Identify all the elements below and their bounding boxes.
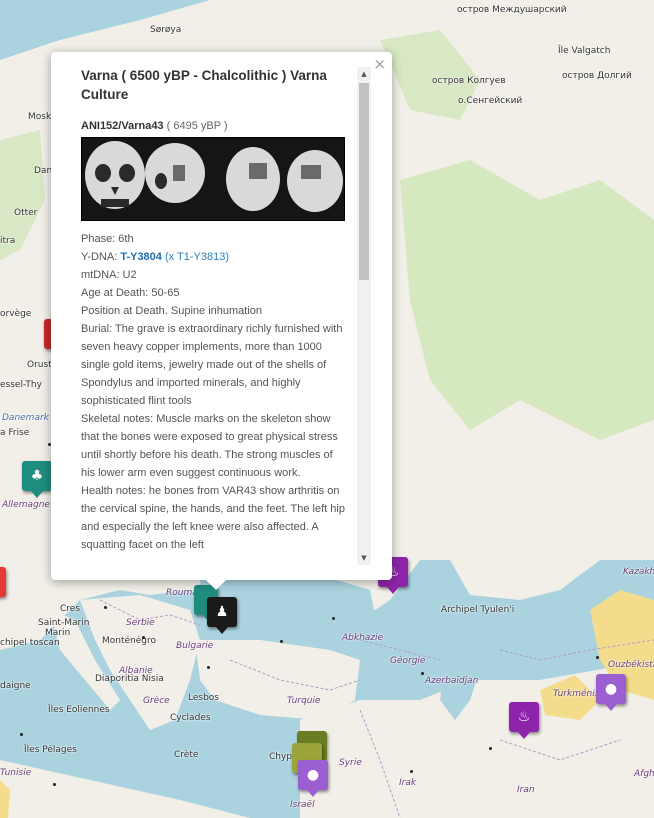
mtdna-text: mtDNA: U2	[81, 269, 137, 281]
place-label: остров Долгий	[562, 71, 632, 81]
place-label: Serbie	[126, 618, 155, 628]
place-label: Turkménis	[553, 689, 600, 699]
ydna-label: Y-DNA:	[81, 251, 121, 263]
place-label: Kazakh	[623, 567, 654, 577]
place-label: Lesbos	[188, 693, 219, 703]
fire-marker-iran[interactable]: ♨	[509, 702, 539, 739]
place-label: essel-Thy	[0, 380, 42, 390]
ydna-alt-link[interactable]: (x T1-Y3813)	[165, 251, 229, 263]
city-dot	[207, 666, 210, 669]
sample-header: ANI152/Varna43 ( 6495 yBP )	[81, 119, 345, 133]
city-dot	[53, 783, 56, 786]
place-label: остров Колгуев	[432, 76, 506, 86]
place-label: Crète	[174, 750, 199, 760]
place-label: Ouzbékista	[608, 660, 654, 670]
skull-photo-image	[81, 137, 345, 221]
place-label: Bulgarie	[176, 641, 214, 651]
popup-scrollbar[interactable]: ▲ ▼	[357, 67, 371, 565]
circle-icon: ●	[306, 767, 320, 783]
place-label: Azerbaïdjan	[425, 676, 479, 686]
phase-text: Phase: 6th	[81, 233, 134, 245]
scrollbar-thumb[interactable]	[359, 83, 369, 280]
skull-photo	[81, 137, 345, 221]
place-label: Tunisie	[0, 768, 32, 778]
scroll-up-icon[interactable]: ▲	[357, 67, 371, 81]
red-marker-edge[interactable]	[0, 567, 6, 604]
place-label: orvège	[0, 309, 32, 319]
place-label: a Frise	[0, 428, 30, 438]
health-notes-text: Health notes: he bones from VAR43 show a…	[81, 485, 345, 551]
close-icon[interactable]: ×	[373, 55, 386, 73]
place-label: Monténégro	[102, 636, 157, 646]
place-label: остров Междушарский	[457, 5, 567, 15]
place-label: о.Сенгейский	[458, 96, 523, 106]
place-label: Iran	[517, 785, 535, 795]
black-marker-varna[interactable]: ♟	[207, 597, 237, 634]
place-label: Dan	[34, 166, 53, 176]
place-label: Orust	[27, 360, 52, 370]
place-label: Diaporitia Nisia	[95, 674, 164, 684]
place-label: Allemagne	[2, 500, 50, 510]
city-dot	[280, 640, 283, 643]
place-label: Mosk	[28, 112, 52, 122]
place-label: Île Valgatch	[558, 46, 611, 56]
sample-popup: × Varna ( 6500 yBP - Chalcolithic ) Varn…	[51, 52, 392, 590]
burial-text: Burial: The grave is extraordinary richl…	[81, 323, 343, 407]
place-label: Cyclades	[170, 713, 211, 723]
fire-icon: ♨	[517, 709, 531, 725]
place-label: Sørøya	[150, 25, 182, 35]
circle-marker-levant[interactable]: ●	[298, 760, 328, 797]
burial-icon: ♟	[215, 604, 229, 620]
place-label: Irak	[399, 778, 417, 788]
age-at-death-text: Age at Death: 50-65	[81, 287, 180, 299]
place-label: Îles Pélages	[24, 745, 77, 755]
place-label: Turquie	[287, 696, 321, 706]
ydna-haplogroup-link[interactable]: T-Y3804	[120, 251, 162, 263]
place-label: Otter	[14, 208, 38, 218]
place-label: Chyp	[269, 752, 293, 762]
place-label: Archipel Tyulen'i	[441, 605, 515, 615]
sample-id: ANI152/Varna43	[81, 120, 164, 132]
place-label: Afgh	[634, 769, 654, 779]
sample-age: ( 6495 yBP )	[166, 120, 228, 132]
place-label: Grèce	[143, 696, 170, 706]
city-dot	[20, 733, 23, 736]
city-dot	[104, 606, 107, 609]
city-dot	[421, 672, 424, 675]
circle-marker-turkmen[interactable]: ●	[596, 674, 626, 711]
city-dot	[489, 747, 492, 750]
place-label: Danemark	[2, 413, 49, 423]
place-label: itra	[0, 236, 16, 246]
place-label: Saint-Marin	[38, 618, 90, 628]
popup-content[interactable]: Varna ( 6500 yBP - Chalcolithic ) Varna …	[81, 66, 345, 566]
skeletal-notes-text: Skeletal notes: Muscle marks on the skel…	[81, 413, 338, 479]
place-label: Rouma	[166, 588, 198, 598]
city-dot	[410, 770, 413, 773]
place-label: Géorgie	[390, 656, 426, 666]
place-label: Syrie	[339, 758, 362, 768]
place-label: daigne	[0, 681, 31, 691]
place-label: Abkhazie	[342, 633, 384, 643]
city-dot	[332, 617, 335, 620]
tree-icon: ♣	[30, 468, 44, 484]
place-label: Israël	[290, 800, 315, 810]
forest-marker[interactable]: ♣	[22, 461, 52, 498]
scroll-down-icon[interactable]: ▼	[357, 551, 371, 565]
city-dot	[596, 656, 599, 659]
place-label: Marin	[45, 628, 71, 638]
city-dot	[142, 636, 145, 639]
circle-icon: ●	[604, 681, 618, 697]
place-label: Cres	[60, 604, 81, 614]
place-label: Îles Eoliennes	[48, 705, 110, 715]
position-text: Position at Death. Supine inhumation	[81, 305, 263, 317]
place-label: chipel toscan	[0, 638, 60, 648]
popup-title: Varna ( 6500 yBP - Chalcolithic ) Varna …	[81, 68, 327, 102]
ydna-line: Y-DNA: T-Y3804 (x T1-Y3813)	[81, 248, 345, 266]
